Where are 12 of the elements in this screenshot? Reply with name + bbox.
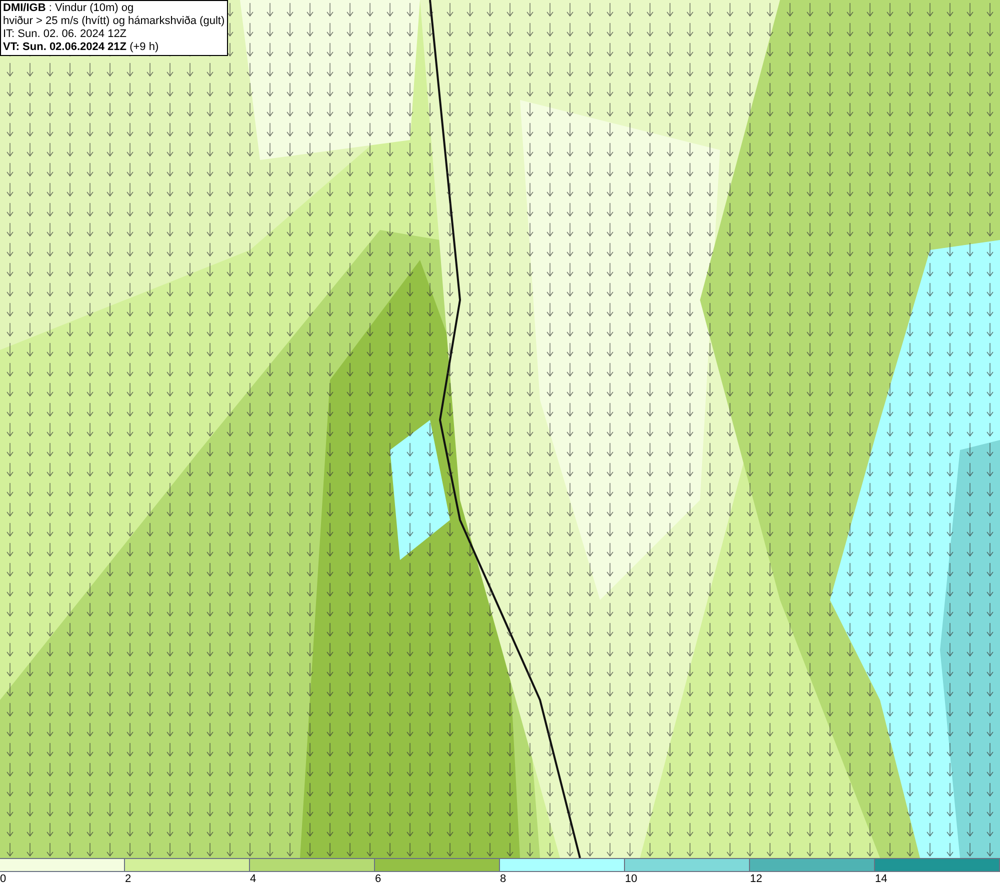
legend-label: 14 [875,873,888,885]
legend-label: 8 [500,873,506,885]
caption-line: hviður > 25 m/s (hvítt) og hámarkshviða (gult) [3,15,225,28]
caption-line: DMI/IGB : Vindur (10m) og [3,2,135,15]
legend-label: 4 [250,873,256,885]
legend-label: 2 [125,873,132,885]
legend-label: 10 [625,873,638,885]
legend-label: 6 [375,873,382,885]
legend-label: 12 [750,873,762,885]
caption-line: IT: Sun. 02. 06. 2024 12Z [3,28,128,41]
legend-label: 0 [0,873,6,885]
caption-line: VT: Sun. 02.06.2024 21Z (+9 h) [3,41,160,54]
